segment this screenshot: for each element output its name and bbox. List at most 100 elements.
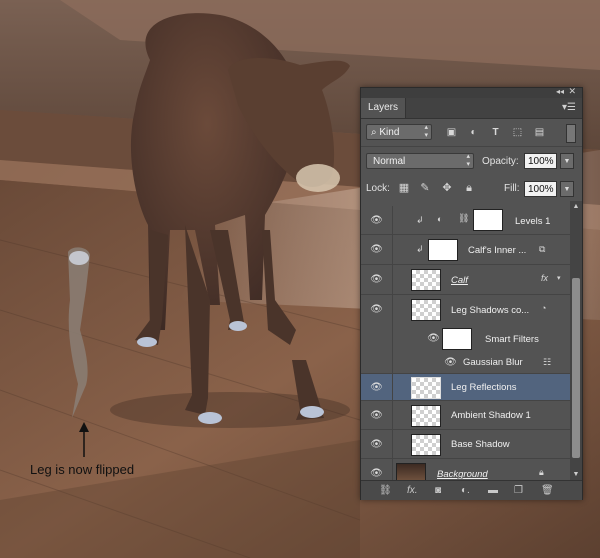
visibility-column: 👁︎ xyxy=(361,295,393,325)
eye-icon[interactable]: 👁︎ xyxy=(370,275,383,285)
layer-row[interactable]: 👁︎ Leg Shadows co... ◔ xyxy=(361,295,570,325)
layer-list: 👁︎ ↲ ◐ ⛓ Levels 1 👁︎ ↲ Calf's Inner ... … xyxy=(361,201,570,480)
eye-icon[interactable]: 👁︎ xyxy=(370,305,383,315)
background-thumb xyxy=(396,463,426,480)
panel-tab-row: Layers ▾☰ xyxy=(361,98,582,119)
filter-options-icon[interactable]: ☷ xyxy=(543,357,551,368)
layer-thumb xyxy=(411,269,441,291)
filter-mask-thumb xyxy=(442,328,472,350)
layer-name[interactable]: Levels 1 xyxy=(515,216,550,227)
eye-icon[interactable]: 👁︎ xyxy=(370,440,383,450)
layer-name[interactable]: Smart Filters xyxy=(485,334,539,345)
fill-dropdown-icon[interactable]: ▼ xyxy=(560,181,574,197)
annotation-label: Leg is now flipped xyxy=(30,462,135,477)
filter-toggle[interactable] xyxy=(566,124,576,143)
layer-mask-thumb xyxy=(473,209,503,231)
visibility-column: 👁︎ xyxy=(361,430,393,458)
close-icon[interactable]: ✕ xyxy=(568,86,576,97)
link-layers-icon[interactable]: ⛓ xyxy=(379,484,392,497)
smart-filter-icon: ◔ xyxy=(541,303,547,313)
pixel-filter-icon[interactable]: ▣ xyxy=(445,126,458,139)
lock-label: Lock: xyxy=(366,183,390,194)
layer-thumb xyxy=(428,239,458,261)
type-filter-icon[interactable]: T xyxy=(489,126,502,139)
smart-object-filter-icon[interactable]: ▤ xyxy=(533,126,546,139)
collapse-icon[interactable]: ◂◂ xyxy=(556,87,564,96)
lock-transparent-icon[interactable]: ▦ xyxy=(398,182,410,194)
scroll-up-icon[interactable]: ▲ xyxy=(570,201,582,212)
layer-thumb xyxy=(411,405,441,427)
layer-name[interactable]: Calf xyxy=(451,275,468,286)
layer-name[interactable]: Gaussian Blur xyxy=(463,357,523,368)
eye-icon[interactable]: 👁︎ xyxy=(370,216,383,226)
layer-name[interactable]: Leg Shadows co... xyxy=(451,305,529,316)
adjustment-filter-icon[interactable]: ◐ xyxy=(467,126,480,139)
layer-name[interactable]: Ambient Shadow 1 xyxy=(451,410,531,421)
lock-row: Lock: ▦ ✎ ✥ 🔒︎ Fill: 100% ▼ xyxy=(361,175,582,202)
panel-bottom-toolbar: ⛓ fx. ◙ ◐. ▬ ❐ 🗑︎ xyxy=(361,480,582,500)
layer-name[interactable]: Background xyxy=(437,469,488,480)
visibility-column: 👁︎ xyxy=(361,235,393,264)
filter-row: ⌕ Kind ▴ ▾ ▣ ◐ T ⬚ ▤ xyxy=(361,119,582,147)
new-group-icon[interactable]: ▬ xyxy=(488,484,498,497)
scroll-down-icon[interactable]: ▼ xyxy=(570,469,582,480)
add-mask-icon[interactable]: ◙ xyxy=(435,484,441,497)
filter-kind-select[interactable]: ⌕ Kind ▴ ▾ xyxy=(366,124,432,140)
blend-mode-value: Normal xyxy=(373,156,406,167)
layer-name[interactable]: Leg Reflections xyxy=(451,382,516,393)
fx-icon: fx xyxy=(541,273,549,283)
opacity-dropdown-icon[interactable]: ▼ xyxy=(560,153,574,169)
smart-object-icon: ⧉ xyxy=(539,244,546,254)
eye-icon[interactable]: 👁︎ xyxy=(444,358,457,368)
fill-input[interactable]: 100% xyxy=(524,181,557,197)
adjustment-layer-icon[interactable]: ◐. xyxy=(461,484,470,497)
new-layer-icon[interactable]: ❐ xyxy=(514,484,523,497)
opacity-input[interactable]: 100% xyxy=(524,153,557,169)
visibility-column xyxy=(361,325,393,353)
blend-mode-select[interactable]: Normal ▴ ▾ xyxy=(366,153,474,169)
eye-icon[interactable]: 👁︎ xyxy=(370,383,383,393)
opacity-label: Opacity: xyxy=(482,156,519,167)
panel-menu-icon[interactable]: ▾☰ xyxy=(562,102,576,113)
layers-scrollbar[interactable]: ▲ ▼ xyxy=(570,201,582,480)
visibility-column: 👁︎ xyxy=(361,401,393,429)
blend-row: Normal ▴ ▾ Opacity: 100% ▼ xyxy=(361,147,582,175)
visibility-column: 👁︎ xyxy=(361,265,393,294)
layer-row[interactable]: 👁︎ Gaussian Blur ☷ xyxy=(361,353,570,374)
lock-all-icon[interactable]: 🔒︎ xyxy=(463,182,475,194)
lock-move-icon[interactable]: ✥ xyxy=(441,182,453,194)
layers-panel: ◂◂ ✕ Layers ▾☰ ⌕ Kind ▴ ▾ ▣ ◐ T ⬚ ▤ Norma… xyxy=(360,86,583,500)
eye-icon[interactable]: 👁︎ xyxy=(370,411,383,421)
layer-row[interactable]: 👁︎ ↲ Calf's Inner ... ⧉ xyxy=(361,235,570,265)
layer-name[interactable]: Base Shadow xyxy=(451,439,510,450)
trash-icon[interactable]: 🗑︎ xyxy=(541,484,554,497)
tab-layers[interactable]: Layers xyxy=(361,98,407,118)
layer-thumb xyxy=(411,434,441,456)
layer-row[interactable]: 👁︎ Ambient Shadow 1 xyxy=(361,401,570,430)
clip-arrow-icon: ↲ xyxy=(416,244,424,254)
visibility-column: 👁︎ xyxy=(361,459,393,480)
eye-icon[interactable]: 👁︎ xyxy=(370,469,383,479)
clip-arrow-icon: ↲ xyxy=(416,215,424,225)
layer-row[interactable]: 👁︎ Smart Filters xyxy=(361,325,570,353)
scroll-thumb[interactable] xyxy=(572,278,580,458)
fill-label: Fill: xyxy=(504,183,520,194)
shape-filter-icon[interactable]: ⬚ xyxy=(511,126,524,139)
lock-brush-icon[interactable]: ✎ xyxy=(419,182,431,194)
layer-row[interactable]: 👁︎ Base Shadow xyxy=(361,430,570,459)
layer-row[interactable]: 👁︎ Background 🔒︎ xyxy=(361,459,570,480)
eye-icon[interactable]: 👁︎ xyxy=(370,245,383,255)
layer-row[interactable]: 👁︎ ↲ ◐ ⛓ Levels 1 xyxy=(361,206,570,235)
eye-icon[interactable]: 👁︎ xyxy=(427,334,440,344)
layer-row[interactable]: 👁︎ Leg Reflections xyxy=(361,374,570,401)
layer-row[interactable]: 👁︎ Calf fx ▾ xyxy=(361,265,570,295)
layer-thumb xyxy=(411,299,441,321)
panel-titlebar[interactable]: ◂◂ ✕ xyxy=(361,86,582,98)
lock-icon: 🔒︎ xyxy=(539,467,544,477)
expand-arrow-icon[interactable]: ▾ xyxy=(557,274,561,282)
fx-icon[interactable]: fx. xyxy=(407,484,418,497)
visibility-column: 👁︎ xyxy=(361,206,393,234)
visibility-column xyxy=(361,353,393,373)
adjustment-icon: ◐ xyxy=(437,214,443,224)
layer-name[interactable]: Calf's Inner ... xyxy=(468,245,526,256)
